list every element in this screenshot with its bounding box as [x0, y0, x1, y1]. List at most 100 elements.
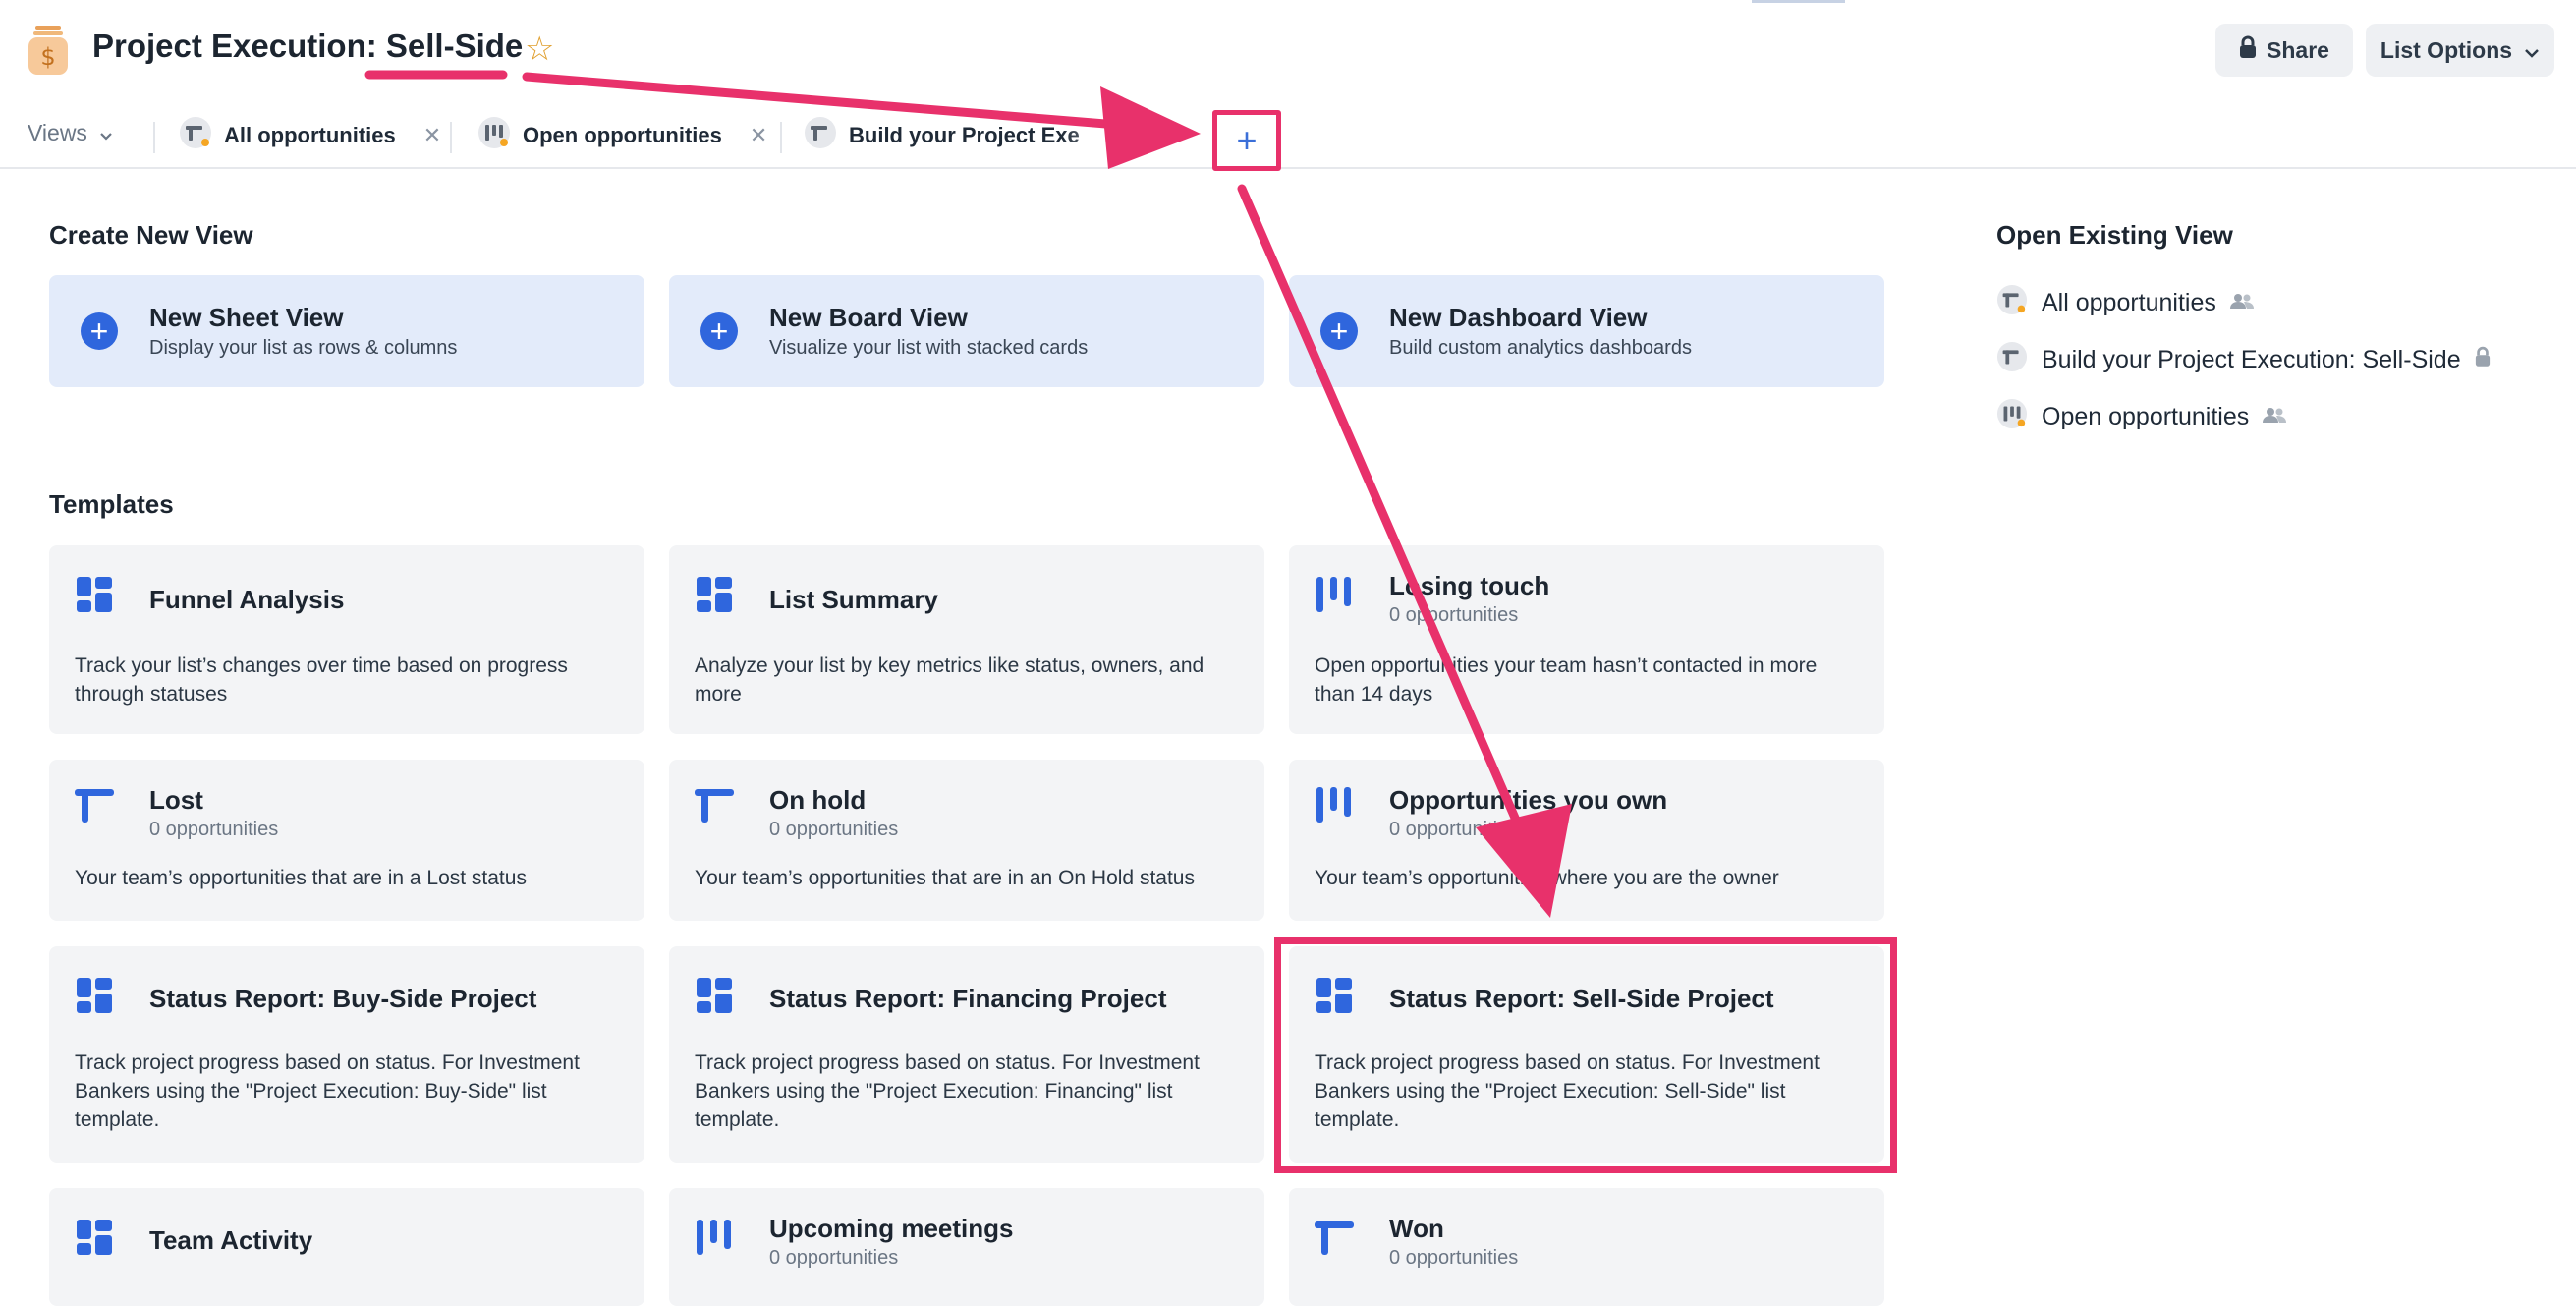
dashboard-icon	[75, 575, 114, 614]
template-title: Losing touch	[1389, 571, 1550, 600]
board-icon	[695, 1218, 734, 1257]
template-count: 0 opportunities	[149, 819, 279, 840]
template-count: 0 opportunities	[1389, 819, 1519, 840]
template-card-funnel-analysis[interactable]: Funnel Analysis Track your list’s change…	[49, 545, 644, 734]
existing-view-item[interactable]: Open opportunities	[1996, 397, 2287, 436]
dashboard-icon	[695, 575, 734, 614]
tab-build-your-project[interactable]: Build your Project Exe	[804, 116, 1080, 155]
template-title: Funnel Analysis	[149, 585, 345, 614]
chevron-down-icon	[99, 120, 113, 146]
template-title: List Summary	[769, 585, 938, 614]
tab-label: Build your Project Exe	[849, 123, 1080, 147]
share-button[interactable]: Share	[2215, 24, 2353, 77]
share-label: Share	[2267, 36, 2329, 63]
divider	[780, 122, 782, 153]
template-desc: Your team’s opportunities that are in an…	[695, 867, 1195, 889]
card-subtitle: Build custom analytics dashboards	[1389, 337, 1692, 359]
tab-all-opportunities[interactable]: All opportunities ✕	[179, 116, 441, 155]
template-title: On hold	[769, 785, 867, 815]
lock-icon	[2475, 346, 2491, 373]
add-view-button[interactable]: +	[1212, 110, 1281, 171]
existing-view-label: All opportunities	[2042, 288, 2216, 316]
existing-view-item[interactable]: Build your Project Execution: Sell-Side	[1996, 340, 2491, 379]
template-desc: Your team’s opportunities where you are …	[1315, 867, 1779, 889]
money-bag-icon: $	[26, 24, 71, 77]
board-icon	[1315, 575, 1354, 614]
views-dropdown[interactable]: Views	[28, 120, 113, 146]
template-count: 0 opportunities	[1389, 604, 1519, 626]
template-card-status-financing[interactable]: Status Report: Financing Project Track p…	[669, 946, 1264, 1163]
shared-people-icon	[2263, 406, 2287, 428]
template-title: Won	[1389, 1214, 1444, 1243]
card-subtitle: Display your list as rows & columns	[149, 337, 458, 359]
list-options-button[interactable]: List Options	[2366, 24, 2554, 77]
favorite-star-icon[interactable]: ☆	[525, 29, 554, 69]
sheet-view-icon	[1996, 341, 2028, 379]
template-card-list-summary[interactable]: List Summary Analyze your list by key me…	[669, 545, 1264, 734]
template-title: Opportunities you own	[1389, 785, 1668, 815]
card-title: New Sheet View	[149, 303, 344, 332]
dashboard-icon	[75, 1218, 114, 1257]
lock-icon	[2239, 35, 2257, 65]
existing-view-item[interactable]: All opportunities	[1996, 283, 2254, 322]
close-icon[interactable]: ✕	[750, 123, 767, 148]
shared-people-icon	[2229, 292, 2254, 314]
sheet-view-icon	[1996, 284, 2028, 322]
dashboard-icon	[75, 976, 114, 1015]
new-sheet-view-card[interactable]: + New Sheet View Display your list as ro…	[49, 275, 644, 387]
sheet-icon	[695, 785, 734, 824]
top-edge-marker	[1752, 0, 1845, 3]
sheet-view-icon	[804, 116, 837, 155]
templates-heading: Templates	[49, 489, 174, 519]
page-title: Project Execution: Sell-Side	[92, 28, 524, 64]
template-desc: Open opportunities your team hasn’t cont…	[1315, 654, 1818, 706]
create-heading: Create New View	[49, 220, 253, 250]
plus-icon: +	[1236, 120, 1258, 160]
tab-overflow-fade	[1061, 110, 1189, 161]
template-count: 0 opportunities	[769, 1247, 899, 1269]
existing-view-label: Open opportunities	[2042, 402, 2250, 430]
template-desc: Track project progress based on status. …	[695, 1051, 1200, 1131]
chevron-down-icon	[2524, 37, 2540, 64]
board-icon	[1315, 785, 1354, 824]
template-card-lost[interactable]: Lost 0 opportunities Your team’s opportu…	[49, 760, 644, 921]
board-view-icon	[477, 116, 511, 155]
new-dashboard-view-card[interactable]: + New Dashboard View Build custom analyt…	[1289, 275, 1884, 387]
template-desc: Analyze your list by key metrics like st…	[695, 654, 1204, 706]
template-count: 0 opportunities	[1389, 1247, 1519, 1269]
add-circle-icon: +	[700, 312, 738, 350]
template-count: 0 opportunities	[769, 819, 899, 840]
template-card-opportunities-you-own[interactable]: Opportunities you own 0 opportunities Yo…	[1289, 760, 1884, 921]
dashboard-icon	[695, 976, 734, 1015]
add-circle-icon: +	[81, 312, 118, 350]
tab-label: All opportunities	[224, 123, 396, 147]
tab-label: Open opportunities	[523, 123, 722, 147]
new-board-view-card[interactable]: + New Board View Visualize your list wit…	[669, 275, 1264, 387]
sheet-icon	[1315, 1218, 1354, 1257]
template-title: Lost	[149, 785, 203, 815]
template-card-won[interactable]: Won 0 opportunities	[1289, 1188, 1884, 1306]
template-card-status-buy-side[interactable]: Status Report: Buy-Side Project Track pr…	[49, 946, 644, 1163]
close-icon[interactable]: ✕	[423, 123, 441, 148]
divider	[153, 122, 155, 153]
divider	[450, 122, 452, 153]
template-title: Status Report: Financing Project	[769, 984, 1167, 1013]
template-desc: Track project progress based on status. …	[75, 1051, 580, 1131]
template-card-upcoming-meetings[interactable]: Upcoming meetings 0 opportunities	[669, 1188, 1264, 1306]
board-view-icon	[1996, 398, 2028, 436]
template-desc: Track your list’s changes over time base…	[75, 654, 568, 706]
card-title: New Board View	[769, 303, 968, 332]
template-title: Status Report: Buy-Side Project	[149, 984, 537, 1013]
existing-heading: Open Existing View	[1996, 220, 2233, 250]
template-desc: Your team’s opportunities that are in a …	[75, 867, 527, 889]
template-title: Upcoming meetings	[769, 1214, 1014, 1243]
tab-open-opportunities[interactable]: Open opportunities ✕	[477, 116, 767, 155]
template-card-losing-touch[interactable]: Losing touch 0 opportunities Open opport…	[1289, 545, 1884, 734]
annotation-highlight-box	[1274, 937, 1897, 1173]
sheet-icon	[75, 785, 114, 824]
sheet-view-icon	[179, 116, 212, 155]
template-card-on-hold[interactable]: On hold 0 opportunities Your team’s oppo…	[669, 760, 1264, 921]
template-title: Team Activity	[149, 1225, 313, 1255]
template-card-team-activity[interactable]: Team Activity	[49, 1188, 644, 1306]
add-circle-icon: +	[1320, 312, 1358, 350]
